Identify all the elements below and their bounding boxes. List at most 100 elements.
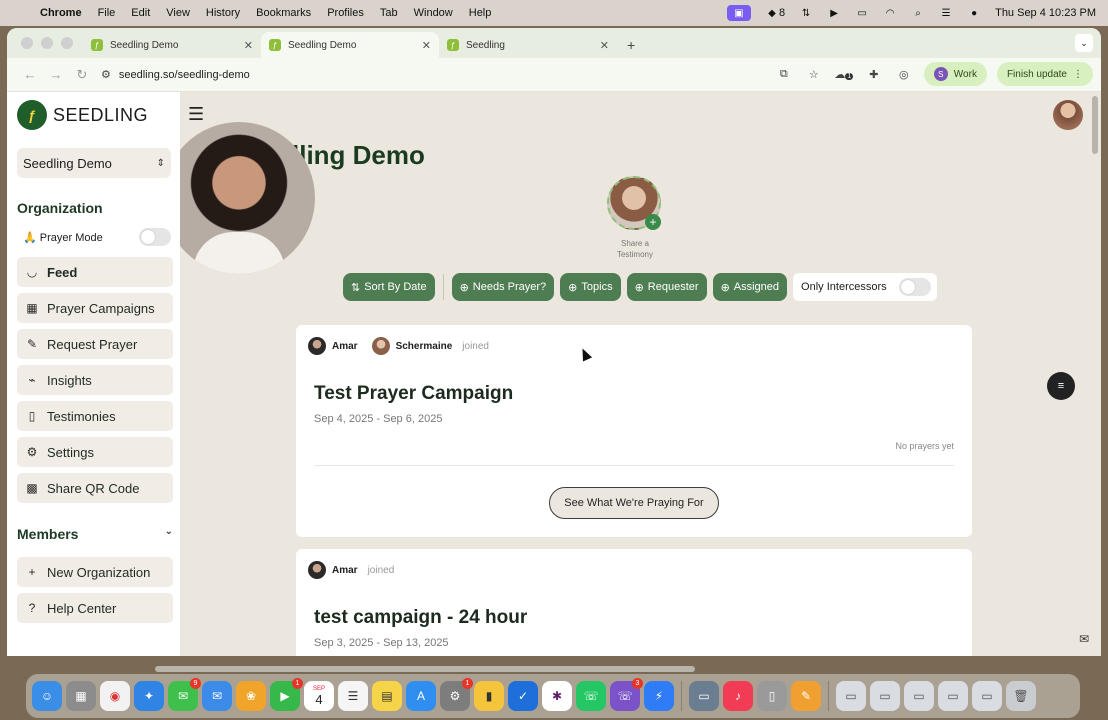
share-testimony-avatar[interactable]: + [607,176,661,230]
app-store-icon[interactable]: A [406,681,436,711]
menu-file[interactable]: File [98,7,116,19]
viber-icon[interactable]: ☏ 3 [610,678,643,711]
sidebar-item-request-prayer[interactable]: ✎ Request Prayer [17,329,173,359]
sidebar-item-settings[interactable]: ⚙ Settings [17,437,173,467]
close-tab-icon[interactable]: ✕ [600,39,609,52]
messenger-icon[interactable]: ⚡ [644,681,674,711]
vertical-scrollbar[interactable] [1092,96,1098,154]
preview-icon[interactable]: ▭ [689,681,719,711]
mail-icon[interactable]: ✉ [202,681,232,711]
menu-window[interactable]: Window [414,7,453,19]
play-icon[interactable]: ▶ [827,7,841,19]
menu-profiles[interactable]: Profiles [327,7,364,19]
campaign-title[interactable]: Test Prayer Campaign [314,383,513,405]
whatsapp-icon[interactable]: ☏ [576,681,606,711]
prayer-mode-toggle[interactable] [139,228,171,246]
trash-icon[interactable]: 🗑 [1006,681,1036,711]
control-center-icon[interactable]: ☰ [939,7,953,19]
reminders-icon[interactable]: ☰ [338,681,368,711]
bookmark-star-icon[interactable]: ☆ [804,68,824,81]
see-praying-for-button[interactable]: See What We're Praying For [549,487,719,519]
address-bar[interactable]: ⚙ seedling.so/seedling-demo [101,62,761,88]
hamburger-menu-icon[interactable]: ☰ [188,104,204,125]
window-thumbnail-icon[interactable]: ▭ [836,681,866,711]
messages-icon[interactable]: ✉ 9 [168,678,201,711]
menu-help[interactable]: Help [469,7,492,19]
photos-icon[interactable]: ❀ [236,681,266,711]
safari-icon[interactable]: ✦ [134,681,164,711]
screen-record-icon[interactable]: ▣ [726,5,751,21]
topics-filter[interactable]: ⊕ Topics [560,273,621,301]
window-thumbnail-icon[interactable]: ▭ [904,681,934,711]
slack-icon[interactable]: ✱ [542,681,572,711]
sidebar-item-testimonies[interactable]: ▯ Testimonies [17,401,173,431]
finder-icon[interactable]: ☺ [32,681,62,711]
forward-arrow-icon[interactable]: → [43,67,69,82]
assigned-filter[interactable]: ⊕ Assigned [712,273,788,301]
site-info-icon[interactable]: ⚙ [101,68,111,81]
needs-prayer-filter[interactable]: ⊕ Needs Prayer? [451,273,555,301]
only-intercessors-toggle[interactable] [898,278,931,296]
extension-badge[interactable]: ☁ 1 [834,68,854,81]
system-settings-icon[interactable]: ⚙ 1 [440,678,473,711]
user-avatar[interactable] [1053,100,1083,130]
profile-work-button[interactable]: S Work [923,62,987,86]
menu-chrome[interactable]: Chrome [40,7,82,19]
window-thumbnail-icon[interactable]: ▭ [938,681,968,711]
close-window-button[interactable] [21,37,33,49]
window-thumbnail-icon[interactable]: ▭ [870,681,900,711]
seedling-logo[interactable]: ƒ SEEDLING [17,100,148,130]
chrome-icon[interactable]: ◉ [100,681,130,711]
extensions-puzzle-icon[interactable]: ✚ [864,68,884,81]
members-section-toggle[interactable]: Members ⌄ [17,526,173,542]
chat-icon[interactable]: ✉ [1073,628,1095,650]
tab-seedling-demo-2[interactable]: ƒ Seedling Demo ✕ [261,32,439,58]
menu-view[interactable]: View [166,7,190,19]
search-icon[interactable]: ⌕ [911,7,925,19]
wifi-icon[interactable]: ◠ [883,7,897,19]
zoom-window-button[interactable] [61,37,73,49]
sort-by-date-button[interactable]: ⇅ Sort By Date [343,273,435,301]
campaign-card[interactable]: Amar joined test campaign - 24 hour Sep … [296,549,972,656]
tab-seedling[interactable]: ƒ Seedling ✕ [439,32,617,58]
menubar-clock[interactable]: Thu Sep 4 10:23 PM [995,7,1096,19]
sync-icon[interactable]: ◎ [894,68,914,81]
new-organization-button[interactable]: + New Organization [17,557,173,587]
facetime-icon[interactable]: ▶ 1 [270,678,303,711]
sidebar-item-feed[interactable]: ◡ Feed [17,257,173,287]
campaign-title[interactable]: test campaign - 24 hour [314,607,527,629]
battery-icon[interactable]: ▭ [855,7,869,19]
calendar-icon[interactable]: SEP 4 [304,681,334,711]
sidebar-item-insights[interactable]: ⌁ Insights [17,365,173,395]
requester-filter[interactable]: ⊕ Requester [626,273,707,301]
files-icon[interactable]: ▮ [474,681,504,711]
menu-tab[interactable]: Tab [380,7,398,19]
launchpad-icon[interactable]: ▦ [66,681,96,711]
close-tab-icon[interactable]: ✕ [244,39,253,52]
music-icon[interactable]: ♪ [723,681,753,711]
back-arrow-icon[interactable]: ← [17,67,43,82]
filter-lines-icon[interactable]: ≡ [1047,372,1075,400]
reload-icon[interactable]: ↻ [69,67,95,83]
install-app-icon[interactable]: ⧉ [774,68,794,81]
new-tab-button[interactable]: + [617,37,645,58]
tab-seedling-demo-1[interactable]: ƒ Seedling Demo ✕ [83,32,261,58]
network-icon[interactable]: ⇅ [799,7,813,19]
window-thumbnail-icon[interactable]: ▭ [972,681,1002,711]
help-center-link[interactable]: ? Help Center [17,593,173,623]
close-tab-icon[interactable]: ✕ [422,39,431,52]
notification-count[interactable]: ◆ 8 [765,7,785,20]
sidebar-item-share-qr-code[interactable]: ▩ Share QR Code [17,473,173,503]
finish-update-button[interactable]: Finish update ⋮ [996,62,1093,86]
notes-icon[interactable]: ▤ [372,681,402,711]
campaign-card[interactable]: Amar Schermaine joined Test Prayer Campa… [296,325,972,537]
menu-history[interactable]: History [206,7,240,19]
pencil-app-icon[interactable]: ✎ [791,681,821,711]
horizontal-scrollbar[interactable] [155,666,695,672]
menu-bookmarks[interactable]: Bookmarks [256,7,311,19]
sidebar-item-prayer-campaigns[interactable]: ▦ Prayer Campaigns [17,293,173,323]
minimize-window-button[interactable] [41,37,53,49]
simulator-icon[interactable]: ▯ [757,681,787,711]
siri-icon[interactable]: ● [967,7,981,19]
menu-edit[interactable]: Edit [131,7,150,19]
